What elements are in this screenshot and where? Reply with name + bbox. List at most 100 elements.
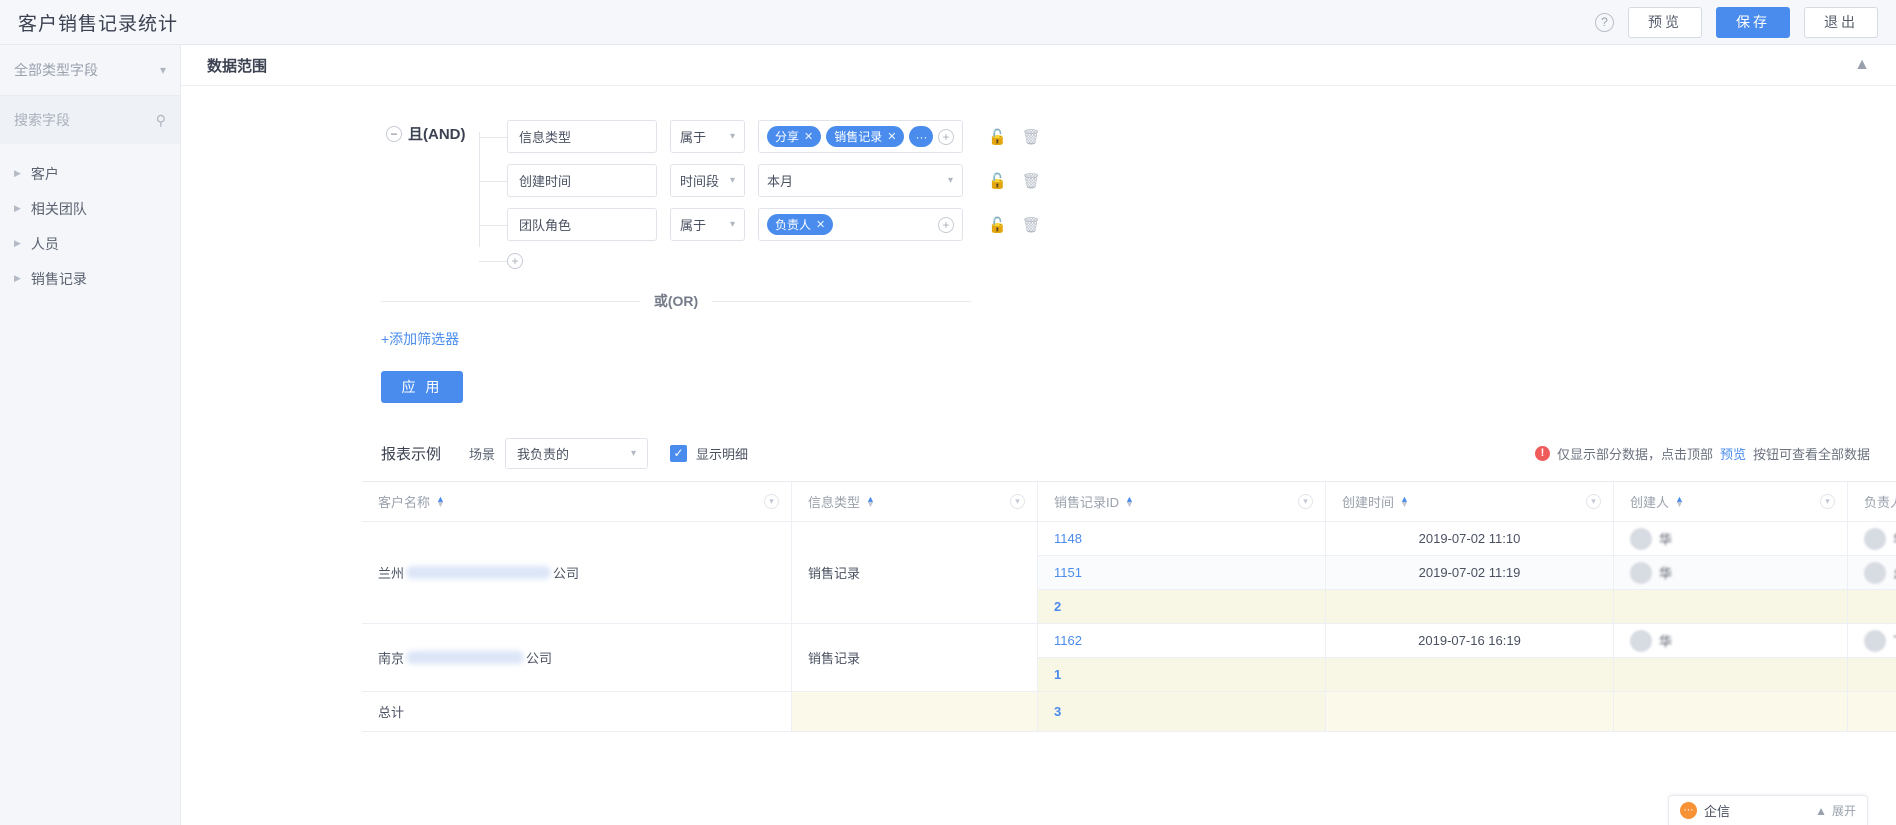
- delete-icon[interactable]: 🗑: [1022, 128, 1041, 146]
- value-tag[interactable]: 负责人 ✕: [767, 214, 834, 235]
- column-filter-icon[interactable]: ▾: [1010, 494, 1025, 509]
- remove-tag-icon[interactable]: ✕: [816, 218, 825, 231]
- scene-select[interactable]: 我负责的 ▾: [505, 437, 649, 469]
- column-header-info-type[interactable]: 信息类型 ▲ ▼ ▾: [792, 482, 1038, 522]
- table-header-row: 客户名称 ▲ ▼ ▾ 信息类型 ▲ ▼ ▾ 销售记录ID ▲ ▼ ▾ 创建时间 ▲ ▼: [362, 482, 1896, 522]
- scene-label: 场景: [469, 446, 496, 462]
- column-header-owner[interactable]: 负责人 ▲▼: [1848, 482, 1896, 522]
- save-button[interactable]: 保存: [1716, 6, 1790, 38]
- cell-sales-record-id[interactable]: 1162: [1038, 624, 1326, 658]
- chevron-down-icon: ▾: [729, 219, 735, 230]
- cell-subtotal-blank: [1848, 658, 1896, 692]
- lock-icon[interactable]: 🔓: [988, 172, 1007, 190]
- table-row: 1148 2019-07-02 11:10 华 华: [1038, 522, 1896, 556]
- delete-icon[interactable]: 🗑: [1022, 172, 1041, 190]
- chevron-up-icon: ▲: [1815, 803, 1827, 818]
- column-filter-icon[interactable]: ▾: [764, 494, 779, 509]
- condition-value-select[interactable]: 本月 ▾: [758, 164, 963, 197]
- column-label: 客户名称: [378, 495, 431, 510]
- page-title: 客户销售记录统计: [18, 13, 179, 35]
- cell-total-value: 3: [1038, 692, 1326, 732]
- remove-tag-icon[interactable]: ✕: [887, 130, 896, 143]
- sort-icon[interactable]: ▲ ▼: [1400, 494, 1409, 508]
- preview-button[interactable]: 预览: [1628, 6, 1702, 38]
- cell-sales-record-id[interactable]: 1151: [1038, 556, 1326, 590]
- sidebar-item-related-team[interactable]: ▶ 相关团队: [0, 191, 180, 226]
- table-row: 1162 2019-07-16 16:19 华 下: [1038, 624, 1896, 658]
- condition-operator-select[interactable]: 属于 ▾: [670, 120, 745, 153]
- sort-icon[interactable]: ▲ ▼: [1125, 494, 1134, 508]
- table-subtotal-row: 2: [1038, 590, 1896, 624]
- condition-row-actions: 🔓 🗑: [988, 172, 1041, 190]
- sort-icon[interactable]: ▲ ▼: [436, 494, 445, 508]
- report-toolbar: 报表示例 场景 我负责的 ▾ ✓ 显示明细 ! 仅显示部分数据，点击顶部 预览 …: [181, 425, 1896, 481]
- add-condition-row: +: [479, 252, 1041, 269]
- column-filter-icon[interactable]: ▾: [1820, 494, 1835, 509]
- cell-total-blank: [1614, 692, 1848, 732]
- value-tag[interactable]: 销售记录 ✕: [826, 126, 905, 147]
- remove-tag-icon[interactable]: ✕: [804, 130, 813, 143]
- customer-name-prefix: 兰州: [378, 566, 405, 581]
- condition-row-actions: 🔓 🗑: [988, 128, 1041, 146]
- condition-field-select[interactable]: 创建时间: [507, 164, 657, 197]
- sidebar-item-customer[interactable]: ▶ 客户: [0, 156, 180, 191]
- add-value-icon[interactable]: +: [938, 128, 954, 145]
- field-search-input[interactable]: 搜索字段 ⚲: [0, 96, 180, 144]
- warning-preview-link[interactable]: 预览: [1720, 444, 1746, 463]
- main-panel: 数据范围 ▲ − 且(AND) 信息类型 属于 ▾ 分享 ✕ 销售记录 ✕ ··…: [181, 45, 1896, 825]
- sort-icon[interactable]: ▲ ▼: [866, 494, 875, 508]
- sort-icon[interactable]: ▲ ▼: [1675, 494, 1684, 508]
- chat-widget[interactable]: ⋯ 企信 ▲ 展开: [1668, 795, 1868, 825]
- app-header: 客户销售记录统计 ? 预览 保存 退出: [0, 0, 1896, 45]
- cell-subtotal-blank: [1326, 658, 1614, 692]
- chevron-down-icon: ▾: [729, 131, 735, 142]
- add-filter-link[interactable]: +添加筛选器: [381, 329, 459, 349]
- column-filter-icon[interactable]: ▾: [1586, 494, 1601, 509]
- exit-button[interactable]: 退出: [1804, 6, 1878, 38]
- avatar: [1864, 561, 1886, 584]
- add-value-icon[interactable]: +: [938, 216, 954, 233]
- condition-value-tags[interactable]: 分享 ✕ 销售记录 ✕ ··· +: [758, 120, 963, 153]
- collapse-icon[interactable]: ▲: [1854, 56, 1870, 74]
- cell-customer-name[interactable]: 兰州 公司: [362, 522, 792, 624]
- column-filter-icon[interactable]: ▾: [1298, 494, 1313, 509]
- show-detail-checkbox[interactable]: ✓ 显示明细: [670, 444, 748, 463]
- or-divider: 或(OR): [181, 291, 972, 311]
- condition-field-select[interactable]: 信息类型: [507, 120, 657, 153]
- logic-or-label: 或(OR): [653, 293, 699, 309]
- question-icon[interactable]: ?: [1595, 12, 1614, 32]
- column-label: 销售记录ID: [1054, 495, 1120, 510]
- caret-right-icon: ▶: [14, 238, 21, 248]
- cell-subtotal-blank: [1848, 590, 1896, 624]
- table-total-row: 总计 3: [362, 692, 1896, 732]
- delete-icon[interactable]: 🗑: [1022, 216, 1041, 234]
- lock-icon[interactable]: 🔓: [988, 128, 1007, 146]
- scene-select-value: 我负责的: [517, 446, 570, 462]
- chat-expand-control[interactable]: ▲ 展开: [1815, 802, 1856, 819]
- column-header-sales-record-id[interactable]: 销售记录ID ▲ ▼ ▾: [1038, 482, 1326, 522]
- field-type-select[interactable]: 全部类型字段 ▾: [0, 45, 180, 96]
- column-header-customer-name[interactable]: 客户名称 ▲ ▼ ▾: [362, 482, 792, 522]
- add-condition-icon[interactable]: +: [507, 253, 523, 269]
- column-header-creator[interactable]: 创建人 ▲ ▼ ▾: [1614, 482, 1848, 522]
- warning-icon: !: [1534, 445, 1550, 461]
- cell-sales-record-id[interactable]: 1148: [1038, 522, 1326, 556]
- apply-button[interactable]: 应 用: [381, 371, 463, 403]
- sidebar-item-personnel[interactable]: ▶ 人员: [0, 226, 180, 261]
- condition-rows: 信息类型 属于 ▾ 分享 ✕ 销售记录 ✕ ··· + 🔓 🗑 创建时间 时间段…: [479, 120, 1041, 269]
- column-header-created-at[interactable]: 创建时间 ▲ ▼ ▾: [1326, 482, 1614, 522]
- value-tag[interactable]: 分享 ✕: [767, 126, 822, 147]
- condition-operator-select[interactable]: 时间段 ▾: [670, 164, 745, 197]
- condition-value-tags[interactable]: 负责人 ✕ +: [758, 208, 963, 241]
- condition-field-select[interactable]: 团队角色: [507, 208, 657, 241]
- cell-creator: 华: [1614, 624, 1848, 658]
- sidebar-item-sales-record[interactable]: ▶ 销售记录: [0, 261, 180, 296]
- chat-expand-label: 展开: [1831, 804, 1856, 818]
- cell-customer-name[interactable]: 南京 公司: [362, 624, 792, 692]
- condition-operator-select[interactable]: 属于 ▾: [670, 208, 745, 241]
- cell-total-blank: [792, 692, 1038, 732]
- value-tag-overflow[interactable]: ···: [909, 126, 934, 147]
- table-group: 南京 公司 销售记录 1162 2019-07-16 16:19 华 1: [362, 624, 1896, 692]
- lock-icon[interactable]: 🔓: [988, 216, 1007, 234]
- group-detail-rows: 1162 2019-07-16 16:19 华 下 1: [1038, 624, 1896, 692]
